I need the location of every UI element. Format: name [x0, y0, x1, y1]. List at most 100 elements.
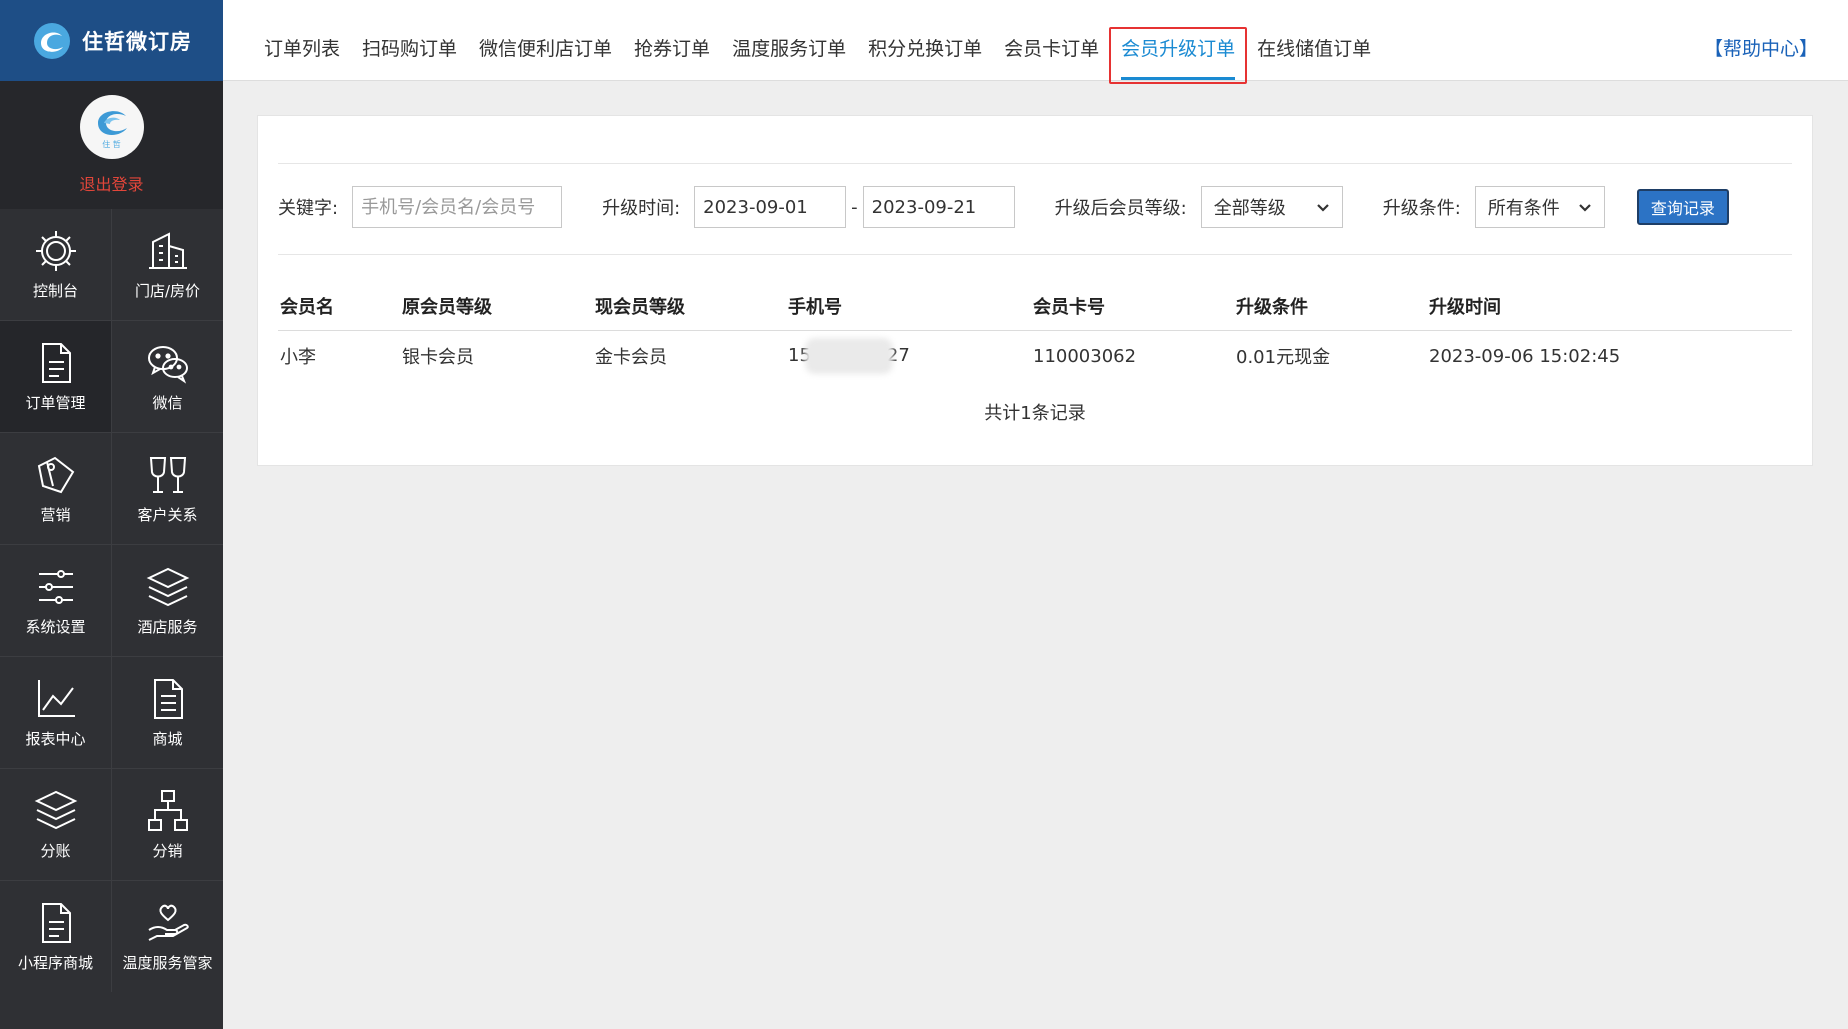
sidebar-item-store-price[interactable]: 门店/房价 [112, 209, 223, 320]
sidebar-item-distribution[interactable]: 分销 [112, 769, 223, 880]
divider [278, 254, 1792, 255]
header-member-name: 会员名 [280, 296, 334, 318]
document-icon [41, 343, 71, 383]
cell-card-no: 110003062 [1033, 345, 1137, 367]
stack-icon [34, 790, 77, 830]
level-select-value: 全部等级 [1213, 198, 1286, 219]
cell-condition: 0.01元现金 [1236, 347, 1331, 368]
logout-link[interactable]: 退出登录 [79, 171, 143, 195]
sidebar-item-marketing[interactable]: 营销 [0, 433, 111, 544]
sidebar-item-label: 酒店服务 [137, 618, 198, 636]
sidebar-item-label: 分账 [40, 842, 71, 860]
condition-select[interactable]: 所有条件 [1474, 186, 1605, 228]
wechat-icon [147, 346, 188, 384]
header-upgrade-time: 升级时间 [1429, 296, 1501, 318]
sidebar-nav: 控制台 门店/房价 订单管理 微信 营销 客户关系 系统设置 酒店服务 报表中心… [0, 209, 223, 992]
keyword-input[interactable] [352, 186, 563, 228]
avatar[interactable]: 住 哲 [79, 95, 144, 159]
top-tabs-bar: 订单列表 扫码购订单 微信便利店订单 抢券订单 温度服务订单 积分兑换订单 会员… [223, 0, 1848, 84]
sidebar-item-label: 门店/房价 [134, 282, 201, 300]
document-lines-icon [153, 679, 183, 719]
filter-bar: 关键字: 升级时间: - 升级后会员等级: 全部等级 升级条件: 所有条件 查询… [278, 184, 1792, 230]
building-icon [148, 232, 187, 269]
level-label: 升级后会员等级: [1054, 198, 1187, 219]
sidebar-item-label: 系统设置 [25, 618, 86, 636]
user-box: 住 哲 退出登录 [0, 81, 223, 209]
sidebar-item-hotel-service[interactable]: 酒店服务 [112, 545, 223, 656]
upgrade-time-label: 升级时间: [602, 198, 681, 219]
query-records-button[interactable]: 查询记录 [1636, 189, 1729, 225]
document-icon [41, 903, 71, 943]
cell-upgrade-time: 2023-09-06 15:02:45 [1429, 345, 1621, 367]
highlight-outline [1109, 26, 1248, 84]
date-from-input[interactable] [694, 186, 847, 228]
org-tree-icon [147, 790, 188, 831]
header-new-level: 现会员等级 [595, 296, 685, 318]
sidebar-item-label: 微信 [152, 394, 183, 412]
condition-label: 升级条件: [1382, 198, 1461, 219]
sliders-icon [38, 570, 73, 604]
sidebar-item-mall[interactable]: 商城 [112, 657, 223, 768]
sidebar-item-label: 报表中心 [25, 730, 86, 748]
heart-hand-icon [147, 904, 189, 941]
sidebar-item-label: 营销 [40, 506, 71, 524]
tab-wechat-store-order[interactable]: 微信便利店订单 [468, 0, 623, 81]
app-root: 住哲微订房 住 哲 退出登录 控制台 门店/房价 订单管理 微信 营销 客户关系… [0, 0, 1848, 1029]
sidebar-item-orders[interactable]: 订单管理 [0, 321, 111, 432]
cell-new-level: 金卡会员 [595, 347, 667, 368]
gear-icon [35, 231, 76, 271]
date-separator: - [851, 196, 858, 218]
tab-member-upgrade-order[interactable]: 会员升级订单 [1109, 0, 1248, 84]
content-panel: 关键字: 升级时间: - 升级后会员等级: 全部等级 升级条件: 所有条件 查询… [257, 115, 1813, 466]
level-select[interactable]: 全部等级 [1200, 186, 1343, 228]
sidebar: 住哲微订房 住 哲 退出登录 控制台 门店/房价 订单管理 微信 营销 客户关系… [0, 0, 223, 1029]
tab-coupon-order[interactable]: 抢券订单 [623, 0, 721, 81]
sidebar-item-label: 控制台 [32, 282, 78, 300]
brand-logo-icon [34, 22, 70, 59]
cell-phone: 15 27 [788, 338, 1033, 374]
upgrade-records-table: 会员名 原会员等级 现会员等级 手机号 会员卡号 升级条件 升级时间 小李 银卡… [278, 281, 1792, 381]
tab-order-list[interactable]: 订单列表 [253, 0, 351, 81]
cell-member-name: 小李 [280, 347, 316, 368]
condition-select-value: 所有条件 [1487, 198, 1560, 219]
cell-old-level: 银卡会员 [402, 347, 474, 368]
keyword-label: 关键字: [278, 198, 339, 219]
tag-icon [37, 456, 74, 494]
sidebar-item-crm[interactable]: 客户关系 [112, 433, 223, 544]
avatar-logo-icon [97, 110, 127, 135]
tab-warm-service-order[interactable]: 温度服务订单 [721, 0, 857, 81]
layers-icon [146, 567, 189, 607]
tab-member-card-order[interactable]: 会员卡订单 [993, 0, 1110, 81]
tab-points-exchange-order[interactable]: 积分兑换订单 [857, 0, 993, 81]
sidebar-item-warm-service-butler[interactable]: 温度服务管家 [112, 881, 223, 992]
header-old-level: 原会员等级 [402, 296, 492, 318]
phone-redaction [804, 338, 893, 374]
table-row: 小李 银卡会员 金卡会员 15 27 110003062 0.01元现金 2023… [278, 331, 1792, 381]
divider [278, 163, 1792, 164]
sidebar-item-label: 商城 [152, 730, 183, 748]
glasses-icon [149, 457, 186, 493]
sidebar-item-system-settings[interactable]: 系统设置 [0, 545, 111, 656]
chevron-down-icon [1316, 204, 1329, 212]
sidebar-item-console[interactable]: 控制台 [0, 209, 111, 320]
brand-bar: 住哲微订房 [0, 0, 223, 81]
tab-online-stored-value-order[interactable]: 在线储值订单 [1246, 0, 1382, 81]
header-card-no: 会员卡号 [1033, 296, 1105, 318]
avatar-tag: 住 哲 [102, 139, 121, 149]
chart-icon [37, 680, 75, 717]
help-center-link[interactable]: 【帮助中心】 [1704, 0, 1818, 98]
record-count-summary: 共计1条记录 [984, 403, 1086, 424]
tab-scan-order[interactable]: 扫码购订单 [351, 0, 468, 81]
sidebar-item-label: 客户关系 [137, 506, 198, 524]
date-to-input[interactable] [862, 186, 1015, 228]
header-condition: 升级条件 [1236, 296, 1308, 318]
brand-name: 住哲微订房 [82, 29, 192, 54]
sidebar-item-reports[interactable]: 报表中心 [0, 657, 111, 768]
sidebar-item-label: 小程序商城 [17, 954, 93, 972]
sidebar-item-wechat[interactable]: 微信 [112, 321, 223, 432]
header-phone: 手机号 [788, 296, 842, 318]
chevron-down-icon [1579, 204, 1591, 212]
order-tabs: 订单列表 扫码购订单 微信便利店订单 抢券订单 温度服务订单 积分兑换订单 会员… [253, 0, 1382, 84]
sidebar-item-mini-program-mall[interactable]: 小程序商城 [0, 881, 111, 992]
sidebar-item-split-account[interactable]: 分账 [0, 769, 111, 880]
